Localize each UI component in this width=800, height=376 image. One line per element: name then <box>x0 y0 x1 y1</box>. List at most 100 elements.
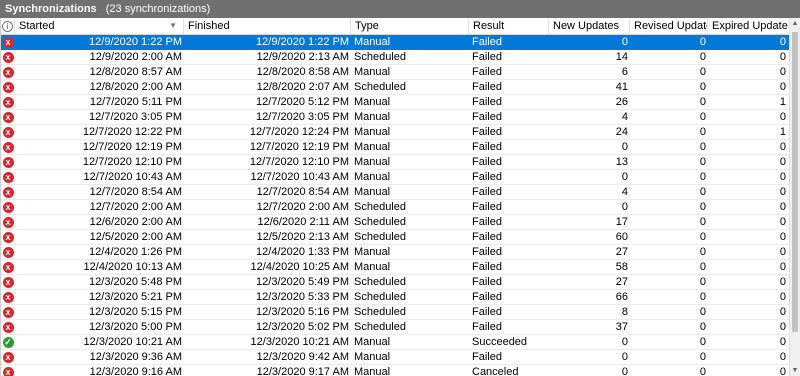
revised-updates-header-label: Revised Updates <box>634 20 707 32</box>
new-updates-cell: 26 <box>615 96 628 108</box>
result-cell: Failed <box>472 261 502 273</box>
table-row[interactable]: x 12/7/2020 2:00 AM 12/7/2020 2:00 AM Sched… <box>1 200 789 215</box>
table-row[interactable]: x 12/3/2020 5:15 PM 12/3/2020 5:16 PM Sched… <box>1 305 789 320</box>
started-cell: 12/6/2020 2:00 AM <box>89 216 182 228</box>
result-column-header[interactable]: Result <box>469 18 549 34</box>
type-cell: Manual <box>354 336 391 348</box>
expired-updates-cell: 0 <box>779 66 786 78</box>
revised-updates-cell: 0 <box>699 336 706 348</box>
failed-status-icon: x <box>2 261 14 273</box>
revised-updates-cell: 0 <box>699 186 706 198</box>
table-row[interactable]: x 12/8/2020 2:00 AM 12/8/2020 2:07 AM Sched… <box>1 80 789 95</box>
revised-updates-cell: 0 <box>699 171 706 183</box>
scroll-up-icon[interactable]: ▲ <box>790 18 800 29</box>
grid-body: x 12/9/2020 1:22 PM 12/9/2020 1:22 PM Manua… <box>1 35 789 376</box>
table-row[interactable]: x 12/3/2020 5:48 PM 12/3/2020 5:49 PM Sched… <box>1 275 789 290</box>
table-row[interactable]: x 12/4/2020 10:13 AM 12/4/2020 10:25 AM Man… <box>1 260 789 275</box>
table-row[interactable]: x 12/3/2020 9:36 AM 12/3/2020 9:42 AM Manua… <box>1 350 789 365</box>
failed-status-icon: x <box>2 126 14 138</box>
expired-updates-cell: 0 <box>779 81 786 93</box>
status-cell: x <box>1 245 15 259</box>
finished-cell: 12/3/2020 5:49 PM <box>256 276 349 288</box>
finished-cell: 12/3/2020 5:16 PM <box>256 306 349 318</box>
table-row[interactable]: x 12/8/2020 8:57 AM 12/8/2020 8:58 AM Manua… <box>1 65 789 80</box>
status-cell: x <box>1 350 15 364</box>
expired-updates-cell: 0 <box>779 51 786 63</box>
table-row[interactable]: x 12/3/2020 5:21 PM 12/3/2020 5:33 PM Sched… <box>1 290 789 305</box>
table-row[interactable]: x 12/7/2020 10:43 AM 12/7/2020 10:43 AM Man… <box>1 170 789 185</box>
status-cell: x <box>1 260 15 274</box>
table-row[interactable]: x 12/7/2020 3:05 PM 12/7/2020 3:05 PM Manua… <box>1 110 789 125</box>
expired-updates-cell: 0 <box>779 246 786 258</box>
started-cell: 12/7/2020 8:54 AM <box>89 186 182 198</box>
table-row[interactable]: x 12/3/2020 5:00 PM 12/3/2020 5:02 PM Sched… <box>1 320 789 335</box>
scroll-thumb[interactable] <box>792 32 798 332</box>
type-cell: Manual <box>354 261 391 273</box>
status-cell: x <box>1 125 15 139</box>
grid-header: i Started ▼ Finished Type Result New Upda… <box>1 18 789 35</box>
started-cell: 12/3/2020 9:16 AM <box>89 366 182 376</box>
type-header-label: Type <box>355 20 379 32</box>
panel-title: Synchronizations <box>5 3 97 15</box>
finished-cell: 12/7/2020 10:43 AM <box>250 171 349 183</box>
result-cell: Failed <box>472 306 502 318</box>
status-cell: x <box>1 275 15 289</box>
started-cell: 12/7/2020 5:11 PM <box>89 96 182 108</box>
expired-updates-cell: 0 <box>779 351 786 363</box>
started-cell: 12/7/2020 3:05 PM <box>89 111 182 123</box>
finished-cell: 12/8/2020 2:07 AM <box>256 81 349 93</box>
type-column-header[interactable]: Type <box>351 18 469 34</box>
finished-cell: 12/3/2020 5:33 PM <box>256 291 349 303</box>
revised-updates-cell: 0 <box>699 111 706 123</box>
finished-cell: 12/4/2020 10:25 AM <box>250 261 349 273</box>
revised-updates-cell: 0 <box>699 321 706 333</box>
status-cell: x <box>1 305 15 319</box>
new-updates-cell: 37 <box>615 321 628 333</box>
table-row[interactable]: x 12/3/2020 9:16 AM 12/3/2020 9:17 AM Manua… <box>1 365 789 376</box>
started-cell: 12/3/2020 9:36 AM <box>89 351 182 363</box>
table-row[interactable]: x 12/9/2020 2:00 AM 12/9/2020 2:13 AM Sched… <box>1 50 789 65</box>
table-row[interactable]: x 12/9/2020 1:22 PM 12/9/2020 1:22 PM Manua… <box>1 35 789 50</box>
type-cell: Scheduled <box>354 321 406 333</box>
scroll-down-icon[interactable]: ▼ <box>790 365 800 376</box>
status-cell: x <box>1 185 15 199</box>
expired-updates-cell: 0 <box>779 321 786 333</box>
type-cell: Manual <box>354 126 391 138</box>
table-row[interactable]: x 12/7/2020 8:54 AM 12/7/2020 8:54 AM Manua… <box>1 185 789 200</box>
finished-cell: 12/3/2020 10:21 AM <box>250 336 349 348</box>
failed-status-icon: x <box>2 51 14 63</box>
new-updates-cell: 66 <box>615 291 628 303</box>
table-row[interactable]: x 12/7/2020 12:10 PM 12/7/2020 12:10 PM Man… <box>1 155 789 170</box>
result-cell: Failed <box>472 216 502 228</box>
table-row[interactable]: ✓ 12/3/2020 10:21 AM 12/3/2020 10:21 AM Man… <box>1 335 789 350</box>
revised-updates-cell: 0 <box>699 66 706 78</box>
revised-updates-cell: 0 <box>699 201 706 213</box>
new-updates-cell: 0 <box>621 351 628 363</box>
table-row[interactable]: x 12/6/2020 2:00 AM 12/6/2020 2:11 AM Sched… <box>1 215 789 230</box>
revised-updates-column-header[interactable]: Revised Updates <box>630 18 708 34</box>
vertical-scrollbar[interactable]: ▲ ▼ <box>789 18 800 376</box>
table-row[interactable]: x 12/7/2020 12:19 PM 12/7/2020 12:19 PM Man… <box>1 140 789 155</box>
result-cell: Failed <box>472 276 502 288</box>
new-updates-cell: 14 <box>615 51 628 63</box>
table-row[interactable]: x 12/7/2020 12:22 PM 12/7/2020 12:24 PM Man… <box>1 125 789 140</box>
started-column-header[interactable]: Started ▼ <box>15 18 184 34</box>
table-row[interactable]: x 12/4/2020 1:26 PM 12/4/2020 1:33 PM Manua… <box>1 245 789 260</box>
finished-cell: 12/7/2020 3:05 PM <box>256 111 349 123</box>
revised-updates-cell: 0 <box>699 36 706 48</box>
type-cell: Scheduled <box>354 276 406 288</box>
expired-updates-column-header[interactable]: Expired Updates <box>708 18 788 34</box>
failed-status-icon: x <box>2 96 14 108</box>
table-row[interactable]: x 12/5/2020 2:00 AM 12/5/2020 2:13 AM Sched… <box>1 230 789 245</box>
table-row[interactable]: x 12/7/2020 5:11 PM 12/7/2020 5:12 PM Manua… <box>1 95 789 110</box>
status-column-header[interactable]: i <box>1 18 15 34</box>
finished-column-header[interactable]: Finished <box>184 18 351 34</box>
status-cell: x <box>1 200 15 214</box>
failed-status-icon: x <box>2 351 14 363</box>
new-updates-column-header[interactable]: New Updates <box>549 18 630 34</box>
result-cell: Failed <box>472 201 502 213</box>
expired-updates-header-label: Expired Updates <box>712 20 788 32</box>
new-updates-cell: 0 <box>621 336 628 348</box>
status-cell: x <box>1 50 15 64</box>
canceled-status-icon: x <box>2 366 14 376</box>
